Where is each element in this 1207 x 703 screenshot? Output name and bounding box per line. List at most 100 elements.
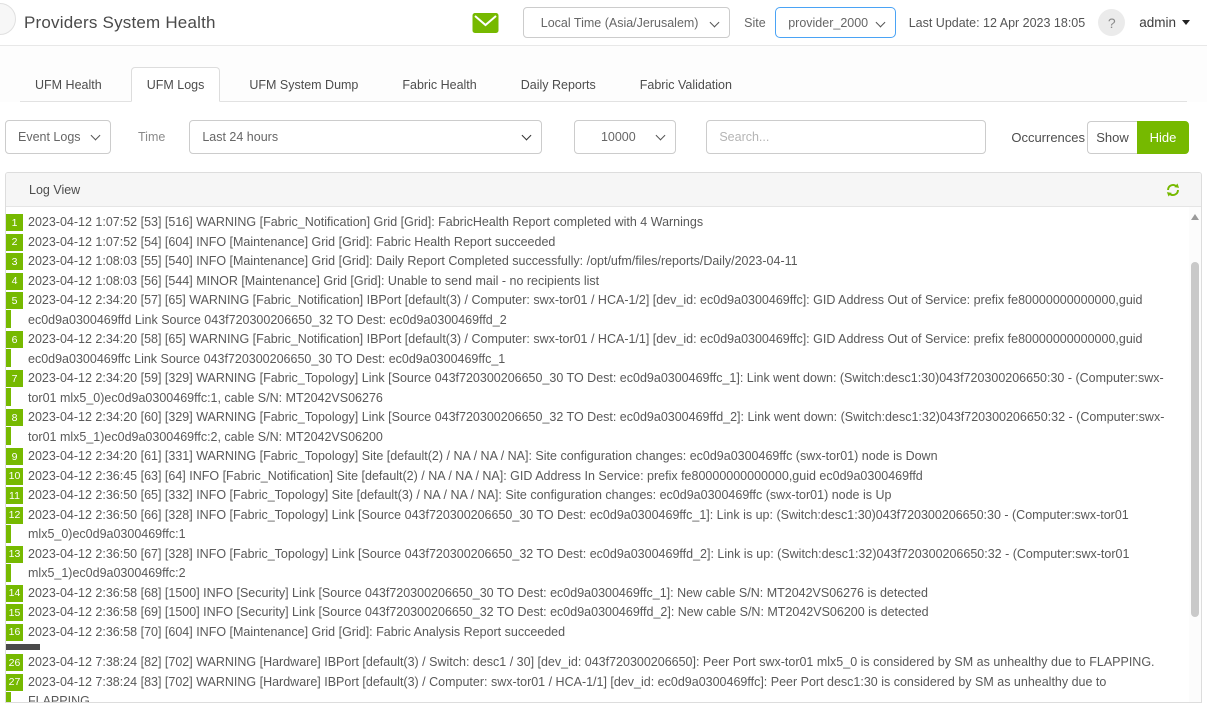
log-entry: 1 2023-04-12 1:07:52 [53] [516] WARNING … xyxy=(6,213,1201,233)
log-message: 2023-04-12 2:36:50 [65] [332] INFO [Fabr… xyxy=(28,486,1201,506)
log-line-gutter: 26 xyxy=(6,653,28,673)
log-message: 2023-04-12 7:38:24 [82] [702] WARNING [H… xyxy=(28,653,1201,673)
log-entry: 3 2023-04-12 1:08:03 [55] [540] INFO [Ma… xyxy=(6,252,1201,272)
log-entry: 5 2023-04-12 2:34:20 [57] [65] WARNING [… xyxy=(6,291,1201,330)
last-update-text: Last Update: 12 Apr 2023 18:05 xyxy=(909,16,1086,30)
log-type-select-value: Event Logs xyxy=(18,130,81,144)
log-line-number: 13 xyxy=(6,546,23,563)
log-line-number: 1 xyxy=(6,214,23,231)
log-message: 2023-04-12 2:36:58 [69] [1500] INFO [Sec… xyxy=(28,603,1201,623)
log-message: 2023-04-12 1:08:03 [55] [540] INFO [Main… xyxy=(28,252,1201,272)
log-line-number: 14 xyxy=(6,585,23,602)
user-menu[interactable]: admin xyxy=(1139,15,1190,30)
mail-icon[interactable] xyxy=(472,12,499,34)
scrollbar-up-arrow-icon[interactable] xyxy=(1191,214,1199,220)
log-line-gutter: 4 xyxy=(6,272,28,292)
log-line-gutter: 5 xyxy=(6,291,28,330)
tab-fabric-validation[interactable]: Fabric Validation xyxy=(625,67,747,102)
timezone-select-value: Local Time (Asia/Jerusalem) xyxy=(541,16,699,30)
log-message: 2023-04-12 2:36:45 [63] [64] INFO [Fabri… xyxy=(28,467,1201,487)
scrollbar-thumb[interactable] xyxy=(1191,262,1199,617)
log-view-body: 1 2023-04-12 1:07:52 [53] [516] WARNING … xyxy=(6,207,1201,702)
log-line-gutter: 16 xyxy=(6,623,28,643)
log-entry: 9 2023-04-12 2:34:20 [61] [331] WARNING … xyxy=(6,447,1201,467)
help-icon[interactable]: ? xyxy=(1098,9,1125,36)
log-message: 2023-04-12 2:36:58 [70] [604] INFO [Main… xyxy=(28,623,1201,643)
log-message: 2023-04-12 2:34:20 [59] [329] WARNING [F… xyxy=(28,369,1201,408)
tab-ufm-health[interactable]: UFM Health xyxy=(20,67,117,102)
page-title: Providers System Health xyxy=(24,13,216,33)
occurrences-show-button[interactable]: Show xyxy=(1087,121,1137,154)
log-entry: 13 2023-04-12 2:36:50 [67] [328] INFO [F… xyxy=(6,545,1201,584)
log-line-number: 26 xyxy=(6,654,23,671)
log-line-number: 16 xyxy=(6,624,23,641)
log-line-gutter: 13 xyxy=(6,545,28,584)
log-message: 2023-04-12 2:34:20 [58] [65] WARNING [Fa… xyxy=(28,330,1201,369)
log-view-panel: Log View 1 2023-04-12 1:07:52 [53] [516]… xyxy=(5,172,1202,703)
log-line-gutter: 15 xyxy=(6,603,28,623)
log-line-gutter: 7 xyxy=(6,369,28,408)
time-range-select[interactable]: Last 24 hours xyxy=(189,120,542,154)
log-entry: 11 2023-04-12 2:36:50 [65] [332] INFO [F… xyxy=(6,486,1201,506)
log-line-gutter: 11 xyxy=(6,486,28,506)
log-line-gutter: 2 xyxy=(6,233,28,253)
log-line-gutter: 12 xyxy=(6,506,28,545)
log-entry: 4 2023-04-12 1:08:03 [56] [544] MINOR [M… xyxy=(6,272,1201,292)
result-limit-select[interactable]: 10000 xyxy=(574,120,676,154)
log-line-gutter: 8 xyxy=(6,408,28,447)
occurrences-label: Occurrences xyxy=(1011,130,1085,145)
log-view-title: Log View xyxy=(29,183,80,197)
refresh-icon[interactable] xyxy=(1165,182,1181,198)
log-message: 2023-04-12 2:34:20 [60] [329] WARNING [F… xyxy=(28,408,1201,447)
tab-ufm-logs[interactable]: UFM Logs xyxy=(131,67,221,102)
timezone-select[interactable]: Local Time (Asia/Jerusalem) xyxy=(523,7,730,38)
time-range-select-value: Last 24 hours xyxy=(202,130,278,144)
vertical-scrollbar[interactable] xyxy=(1189,207,1201,702)
log-line-number: 10 xyxy=(6,468,23,485)
log-message: 2023-04-12 2:34:20 [61] [331] WARNING [F… xyxy=(28,447,1201,467)
tab-fabric-health[interactable]: Fabric Health xyxy=(387,67,491,102)
log-message: 2023-04-12 7:38:24 [83] [702] WARNING [H… xyxy=(28,673,1201,703)
log-line-number: 8 xyxy=(6,409,23,426)
log-line-gutter: 10 xyxy=(6,467,28,487)
occurrences-hide-button[interactable]: Hide xyxy=(1137,121,1189,154)
search-input[interactable] xyxy=(706,120,986,154)
log-line-gutter: 14 xyxy=(6,584,28,604)
log-line-number: 6 xyxy=(6,331,23,348)
chevron-down-icon xyxy=(1182,20,1190,25)
log-entry: 16 2023-04-12 2:36:58 [70] [604] INFO [M… xyxy=(6,623,1201,643)
topbar-controls: Local Time (Asia/Jerusalem) Site provide… xyxy=(472,7,1190,38)
log-list: 1 2023-04-12 1:07:52 [53] [516] WARNING … xyxy=(6,213,1201,702)
log-line-number: 27 xyxy=(6,674,23,691)
log-line-number: 15 xyxy=(6,604,23,621)
user-name: admin xyxy=(1139,15,1176,30)
occurrences-toggle: Show Hide xyxy=(1087,121,1189,154)
tab-ufm-system-dump[interactable]: UFM System Dump xyxy=(234,67,373,102)
log-view-header: Log View xyxy=(6,173,1201,207)
log-line-number: 3 xyxy=(6,253,23,270)
log-message: 2023-04-12 2:36:50 [66] [328] INFO [Fabr… xyxy=(28,506,1201,545)
log-line-number: 5 xyxy=(6,292,23,309)
log-line-number: 4 xyxy=(6,273,23,290)
log-entry: 12 2023-04-12 2:36:50 [66] [328] INFO [F… xyxy=(6,506,1201,545)
sidebar-toggle-button[interactable] xyxy=(0,3,16,35)
tab-daily-reports[interactable]: Daily Reports xyxy=(506,67,611,102)
time-label: Time xyxy=(138,130,165,144)
log-collapsed-separator xyxy=(6,644,40,650)
log-entry: 27 2023-04-12 7:38:24 [83] [702] WARNING… xyxy=(6,673,1201,703)
log-line-gutter: 6 xyxy=(6,330,28,369)
log-line-number: 9 xyxy=(6,448,23,465)
log-type-select[interactable]: Event Logs xyxy=(5,120,111,154)
log-message: 2023-04-12 1:07:52 [54] [604] INFO [Main… xyxy=(28,233,1201,253)
log-message: 2023-04-12 2:36:50 [67] [328] INFO [Fabr… xyxy=(28,545,1201,584)
site-select[interactable]: provider_2000 xyxy=(775,7,896,38)
log-message: 2023-04-12 1:08:03 [56] [544] MINOR [Mai… xyxy=(28,272,1201,292)
tabs: UFM Health UFM Logs UFM System Dump Fabric … xyxy=(20,67,1187,102)
log-entry: 8 2023-04-12 2:34:20 [60] [329] WARNING … xyxy=(6,408,1201,447)
log-line-gutter: 27 xyxy=(6,673,28,703)
log-message: 2023-04-12 1:07:52 [53] [516] WARNING [F… xyxy=(28,213,1201,233)
log-line-number: 11 xyxy=(6,487,23,504)
log-entry: 10 2023-04-12 2:36:45 [63] [64] INFO [Fa… xyxy=(6,467,1201,487)
log-line-gutter: 1 xyxy=(6,213,28,233)
log-message: 2023-04-12 2:34:20 [57] [65] WARNING [Fa… xyxy=(28,291,1201,330)
